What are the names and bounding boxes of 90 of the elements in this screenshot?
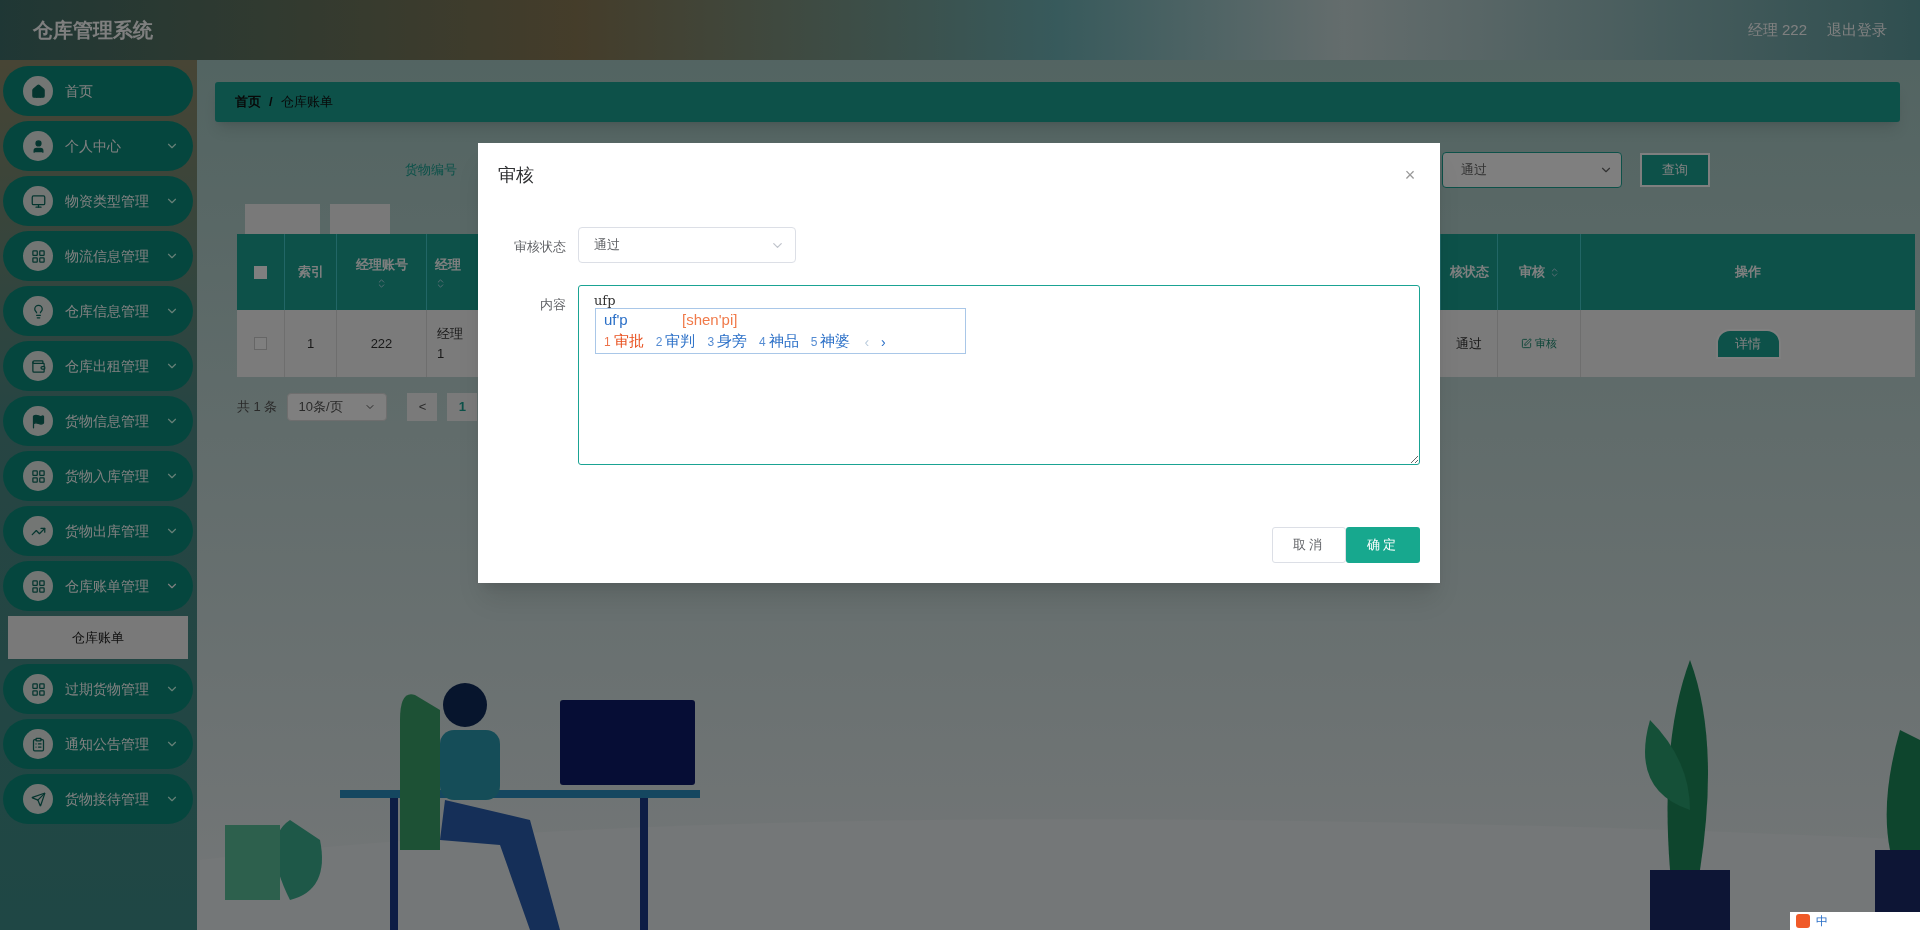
sort-icon[interactable] [435,278,446,290]
ime-mode[interactable]: 中 [1816,912,1828,930]
prev-page-button[interactable]: < [407,393,438,421]
edit-icon [1521,338,1532,349]
lightbulb-icon [23,296,53,326]
column-header: 经理 [435,255,461,274]
home-icon [23,76,53,106]
breadcrumb-link[interactable]: 首页 [235,92,261,112]
monitor-icon [23,186,53,216]
menu-label: 货物信息管理 [65,411,150,431]
sidebar-item[interactable]: 物流信息管理 [3,231,193,281]
flag-icon [23,406,53,436]
grid-icon [23,241,53,271]
total-count: 共 1 条 [237,398,278,417]
ime-candidate[interactable]: 3 身旁 [707,330,748,353]
confirm-button[interactable]: 确定 [1346,527,1420,563]
ime-logo-icon [1796,914,1810,928]
sidebar-item[interactable]: 货物接待管理 [3,774,193,824]
table-cell-text: 222 [370,334,393,353]
sidebar-item[interactable]: 通知公告管理 [3,719,193,769]
sort-icon[interactable] [376,278,387,290]
menu-label: 个人中心 [65,136,122,156]
table-cell-text: 1 [306,334,315,353]
column-header: 索引 [297,263,324,282]
dialog-title: 审核 [498,163,535,187]
table-cell-text: 通过 [1455,334,1482,353]
menu-label: 过期货物管理 [65,679,150,699]
sidebar-item[interactable]: 货物信息管理 [3,396,193,446]
send-icon [23,784,53,814]
submenu-item[interactable]: 仓库账单 [8,616,188,659]
table-cell-text: 1 [437,344,445,363]
search-button[interactable]: 查询 [1640,153,1710,187]
menu-label: 物流信息管理 [65,246,150,266]
app-title: 仓库管理系统 [33,18,154,43]
close-button[interactable]: × [1400,166,1420,184]
status-select[interactable]: 通过 [1442,152,1622,188]
column-header: 审核 [1518,263,1545,282]
menu-label: 货物出库管理 [65,521,150,541]
sidebar-item[interactable]: 个人中心 [3,121,193,171]
review-link[interactable]: 审核 [1521,335,1557,352]
sidebar-item[interactable]: 仓库出租管理 [3,341,193,391]
grid-icon [23,674,53,704]
ime-candidate[interactable]: 1 审批 [604,330,644,353]
grid-icon [23,571,53,601]
sidebar-item[interactable]: 货物入库管理 [3,451,193,501]
field-label: 内容 [540,296,566,314]
clipboard-icon [23,729,53,759]
menu-label: 货物入库管理 [65,466,150,486]
toolbar-button[interactable] [330,204,390,234]
ime-prev-button[interactable]: ‹ [864,330,870,353]
sidebar-item[interactable]: 仓库账单管理 [3,561,193,611]
sidebar-item[interactable]: 仓库信息管理 [3,286,193,336]
ime-candidate[interactable]: 5 神婆 [810,330,851,353]
status-select[interactable]: 通过 [578,227,796,263]
user-icon [23,131,53,161]
menu-label: 物资类型管理 [65,191,150,211]
toolbar-button[interactable] [245,204,320,234]
menu-label: 仓库账单管理 [65,576,150,596]
logout-link[interactable]: 退出登录 [1827,18,1887,42]
checkbox[interactable] [254,337,267,350]
user-name: 经理 222 [1747,19,1807,40]
ime-composition: uf'p [604,310,629,330]
menu-label: 仓库信息管理 [65,301,150,321]
breadcrumb-separator: / [269,93,273,112]
ime-pinyin: [shen'pi] [682,310,738,330]
cancel-button[interactable]: 取消 [1272,527,1346,563]
breadcrumb-link[interactable]: 仓库账单 [280,92,333,112]
sidebar-item[interactable]: 货物出库管理 [3,506,193,556]
column-header: 操作 [1735,263,1761,282]
ime-candidate[interactable]: 2 审判 [655,330,696,353]
table-cell-text: 经理 [437,325,463,343]
wallet-icon [23,351,53,381]
details-button[interactable]: 详情 [1715,328,1781,359]
grid-icon [23,461,53,491]
menu-label: 首页 [65,81,94,101]
page-size-select[interactable]: 10条/页 [287,393,388,421]
column-header: 核状态 [1449,263,1489,282]
field-label: 货物编号 [405,161,457,180]
field-label: 审核状态 [514,238,566,256]
ime-candidate[interactable]: 4 神品 [759,330,799,353]
chart-icon [23,516,53,546]
sidebar-item[interactable]: 首页 [3,66,193,116]
sidebar-item[interactable]: 物资类型管理 [3,176,193,226]
ime-next-button[interactable]: › [881,330,886,353]
menu-label: 货物接待管理 [65,789,150,809]
menu-label: 通知公告管理 [65,734,150,754]
column-header: 经理账号 [355,255,408,274]
page-number[interactable]: 1 [447,393,478,421]
menu-label: 仓库出租管理 [65,356,150,376]
sidebar-item[interactable]: 过期货物管理 [3,664,193,714]
